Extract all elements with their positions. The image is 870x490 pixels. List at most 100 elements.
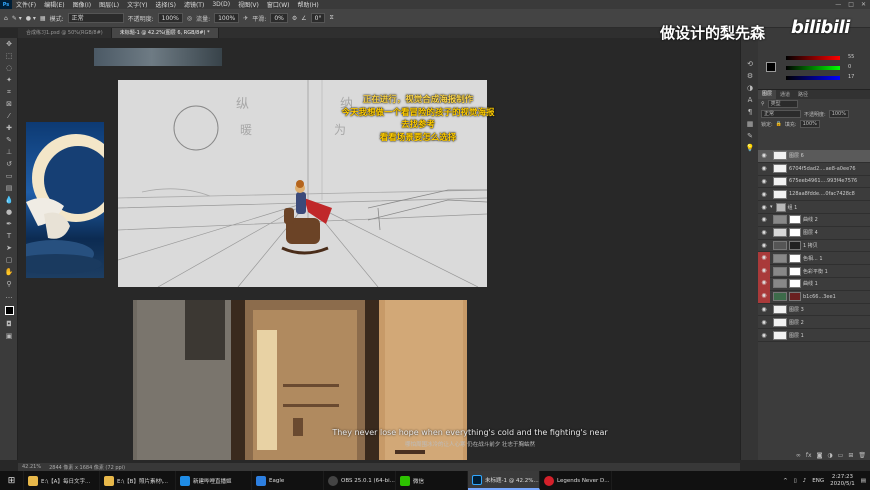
- chevron-up-icon[interactable]: ^: [783, 478, 788, 484]
- eye-icon[interactable]: ◉: [758, 251, 770, 265]
- layer-row[interactable]: ◉ 图层 1: [758, 329, 870, 342]
- taskbar-item[interactable]: OBS 25.0.1 (64-bi...: [324, 471, 396, 490]
- clock[interactable]: 2:27:23 2020/5/1: [830, 474, 855, 488]
- layer-row[interactable]: ◉ 675eeb4961....993f4e7576: [758, 176, 870, 189]
- zoom-tool-icon[interactable]: ⚲: [0, 278, 18, 290]
- tab-untitled-1[interactable]: 未标题-1 @ 42.2%(图层 6, RGB/8#) *: [111, 28, 219, 38]
- move-tool-icon[interactable]: ✥: [0, 38, 18, 50]
- eye-icon[interactable]: ◉: [758, 264, 770, 278]
- airbrush-icon[interactable]: ✈: [243, 15, 248, 22]
- eye-icon[interactable]: ◉: [758, 306, 770, 313]
- tab-channels[interactable]: 通道: [776, 91, 794, 98]
- history-panel-icon[interactable]: ⟲: [741, 58, 759, 70]
- zoom-level[interactable]: 42.21%: [22, 464, 41, 470]
- pressure-opacity-icon[interactable]: ◎: [187, 15, 192, 22]
- paragraph-panel-icon[interactable]: ¶: [741, 106, 759, 118]
- marquee-tool-icon[interactable]: ⬚: [0, 50, 18, 62]
- new-layer-icon[interactable]: ⊞: [848, 452, 853, 459]
- adjustment-layer-icon[interactable]: ◑: [827, 452, 832, 459]
- eye-icon[interactable]: ◉: [758, 191, 770, 198]
- tab-layers[interactable]: 图层: [758, 90, 777, 99]
- swatches-panel-icon[interactable]: ▦: [741, 118, 759, 130]
- red-slider[interactable]: [786, 56, 840, 60]
- brush-tool-icon[interactable]: ✎: [0, 134, 18, 146]
- menu-3d[interactable]: 3D(D): [208, 1, 234, 8]
- eye-icon[interactable]: ◉: [758, 165, 770, 172]
- minimize-button[interactable]: —: [835, 1, 841, 8]
- layer-row[interactable]: ◉ 曲线 2: [758, 214, 870, 227]
- layer-fill-field[interactable]: 100%: [799, 120, 820, 128]
- brushes-panel-icon[interactable]: ✎: [741, 130, 759, 142]
- path-select-tool-icon[interactable]: ➤: [0, 242, 18, 254]
- red-value[interactable]: 55: [848, 54, 854, 60]
- taskbar-item[interactable]: Legends Never D...: [540, 471, 612, 490]
- taskbar-item-active[interactable]: 未标题-1 @ 42.2%...: [468, 471, 540, 490]
- eye-icon[interactable]: ◉: [758, 242, 770, 249]
- green-value[interactable]: 0: [848, 64, 851, 70]
- menu-select[interactable]: 选择(S): [151, 0, 180, 9]
- eye-icon[interactable]: ◉: [758, 178, 770, 185]
- taskbar-item[interactable]: Eagle: [252, 471, 324, 490]
- screen-mode-icon[interactable]: ▣: [0, 330, 18, 342]
- layer-row[interactable]: ◉ 128aa8fdde....0fac7428c8: [758, 188, 870, 202]
- symmetry-icon[interactable]: ⧖: [329, 14, 333, 22]
- adjustments-panel-icon[interactable]: ◑: [741, 82, 759, 94]
- crop-tool-icon[interactable]: ⌗: [0, 86, 18, 98]
- healing-brush-tool-icon[interactable]: ✚: [0, 122, 18, 134]
- link-layers-icon[interactable]: ∞: [796, 452, 801, 459]
- volume-icon[interactable]: ♪: [803, 478, 807, 484]
- frame-tool-icon[interactable]: ⊠: [0, 98, 18, 110]
- eraser-tool-icon[interactable]: ▭: [0, 170, 18, 182]
- angle-field[interactable]: 0°: [310, 13, 326, 23]
- close-button[interactable]: ✕: [861, 1, 866, 8]
- menu-filter[interactable]: 滤镜(T): [180, 0, 208, 9]
- pen-tool-icon[interactable]: ✒: [0, 218, 18, 230]
- eye-icon[interactable]: ◉: [758, 277, 770, 291]
- layer-row[interactable]: ◉ 图层 2: [758, 316, 870, 330]
- layer-row[interactable]: ◉ 6704f5dad2....ae8-a0ee76: [758, 163, 870, 176]
- taskbar-item[interactable]: E:\【B】照片素材\...: [100, 471, 176, 490]
- brush-size-icon[interactable]: ● ▾: [26, 15, 36, 22]
- layer-row[interactable]: ◉ 1 拷贝: [758, 240, 870, 253]
- maximize-button[interactable]: □: [848, 1, 854, 8]
- smoothing-field[interactable]: 0%: [270, 13, 288, 23]
- menu-view[interactable]: 视图(V): [234, 0, 263, 9]
- eye-icon[interactable]: ◉: [758, 204, 770, 211]
- notification-icon[interactable]: ▤: [861, 478, 866, 484]
- opacity-field[interactable]: 100%: [157, 13, 183, 23]
- eye-icon[interactable]: ◉: [758, 290, 770, 304]
- brush-panel-icon[interactable]: ▦: [40, 15, 46, 22]
- tab-paths[interactable]: 路径: [794, 91, 812, 98]
- trash-icon[interactable]: 🗑: [858, 452, 866, 459]
- blend-mode-select[interactable]: 正常: [67, 13, 124, 23]
- rectangle-tool-icon[interactable]: ▢: [0, 254, 18, 266]
- tab-composite-practice[interactable]: 合成练习1.psd @ 50%(RGB/8#): [18, 28, 112, 38]
- new-group-icon[interactable]: ▭: [838, 452, 844, 459]
- brush-preset-icon[interactable]: ✎ ▾: [12, 15, 22, 22]
- clone-stamp-tool-icon[interactable]: ⊥: [0, 146, 18, 158]
- eye-icon[interactable]: ◉: [758, 332, 770, 339]
- start-button[interactable]: ⊞: [0, 471, 24, 490]
- blur-tool-icon[interactable]: 💧: [0, 194, 18, 206]
- eye-icon[interactable]: ◉: [758, 229, 770, 236]
- eye-icon[interactable]: ◉: [758, 319, 770, 326]
- lock-icon[interactable]: 🔒: [776, 121, 782, 127]
- layer-style-icon[interactable]: fx: [806, 452, 812, 459]
- lasso-tool-icon[interactable]: ◌: [0, 62, 18, 74]
- menu-window[interactable]: 窗口(W): [263, 0, 294, 9]
- lightbulb-icon[interactable]: 💡: [741, 142, 759, 154]
- layer-row[interactable]: ◉ 图层 6: [758, 150, 870, 163]
- more-tools-icon[interactable]: …: [0, 290, 18, 302]
- gear-icon[interactable]: ⚙: [292, 15, 297, 22]
- taskbar-item[interactable]: 新建哔哩直播姬: [176, 471, 252, 490]
- home-icon[interactable]: ⌂: [4, 15, 8, 22]
- menu-image[interactable]: 图像(I): [69, 0, 95, 9]
- layer-kind-filter[interactable]: 类型: [767, 100, 798, 108]
- menu-layer[interactable]: 图层(L): [95, 0, 123, 9]
- taskbar-item[interactable]: E:\【A】每日文字...: [24, 471, 100, 490]
- layer-group-row[interactable]: ◉ ▾ 组 1: [758, 201, 870, 214]
- blue-value[interactable]: 17: [848, 74, 854, 80]
- eye-icon[interactable]: ◉: [758, 216, 770, 223]
- layer-row[interactable]: ◉ 图层 3: [758, 304, 870, 317]
- properties-panel-icon[interactable]: ⚙: [741, 70, 759, 82]
